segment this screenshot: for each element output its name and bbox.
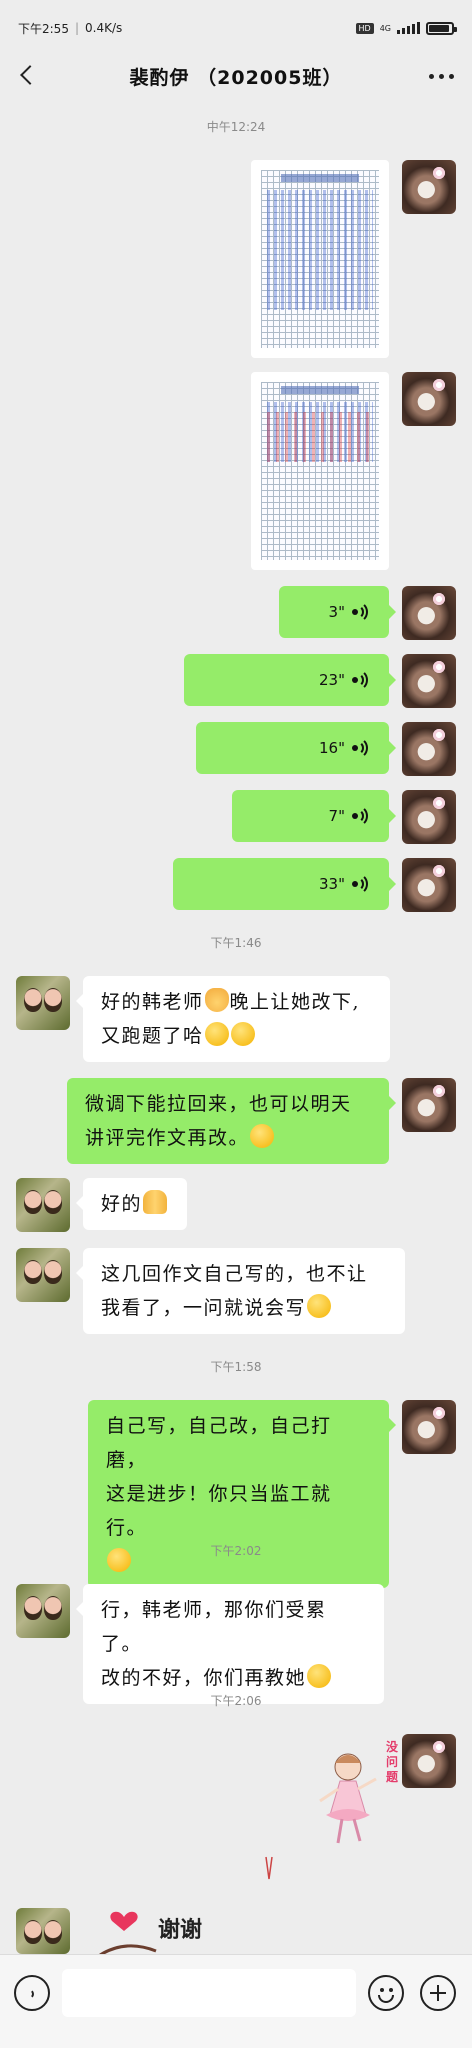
message-bubble-received[interactable]: 行，韩老师，那你们受累了。 改的不好，你们再教她 [76, 1584, 384, 1704]
voice-wave-icon [352, 873, 368, 895]
message-text: 我看了，一问就说会写 [101, 1297, 307, 1319]
smiley-icon [378, 1995, 394, 2003]
timestamp: 下午2:02 [210, 1544, 262, 1558]
more-actions-button[interactable] [420, 1975, 456, 2011]
input-bar [0, 1954, 472, 2048]
laughing-tears-emoji-icon [307, 1294, 332, 1318]
my-avatar[interactable] [402, 654, 456, 708]
message-text: 这几回作文自己写的，也不让 [101, 1263, 368, 1285]
my-avatar[interactable] [402, 372, 456, 426]
voice-duration: 3" [328, 603, 345, 621]
signal-icon [397, 22, 420, 34]
sticker-char: 题 [386, 1770, 398, 1784]
chevron-left-icon [20, 65, 40, 85]
voice-input-button[interactable] [14, 1975, 50, 2011]
voice-wave-icon [24, 1989, 34, 1999]
smirk-emoji-icon [230, 1022, 255, 1046]
status-bar: 下午2:55 | 0.4K/s HD 4G [0, 0, 472, 56]
pray-emoji-icon [143, 1190, 168, 1214]
status-time: 下午2:55 [18, 21, 69, 36]
essay-photo-2[interactable] [251, 372, 389, 570]
hd-badge: HD [355, 22, 374, 34]
my-avatar[interactable] [402, 1400, 456, 1454]
message-input[interactable] [62, 1969, 356, 2017]
my-avatar[interactable] [402, 858, 456, 912]
my-avatar[interactable] [402, 160, 456, 214]
timestamp: 下午1:46 [210, 936, 262, 950]
contact-avatar[interactable] [16, 1908, 70, 1954]
voice-message[interactable]: 23" [184, 654, 396, 706]
message-bubble-sent[interactable]: 微调下能拉回来，也可以明天 讲评完作文再改。 [67, 1078, 396, 1164]
status-icons: HD 4G [355, 21, 457, 35]
sticker-text: 谢谢 [158, 1917, 202, 1943]
more-options-button[interactable] [429, 66, 454, 86]
voice-message[interactable]: 33" [173, 858, 396, 910]
contact-avatar[interactable] [16, 1248, 70, 1302]
my-avatar[interactable] [402, 722, 456, 776]
back-button[interactable] [16, 64, 40, 88]
sticker-char: 没 [386, 1739, 398, 1754]
contact-avatar[interactable] [16, 1584, 70, 1638]
message-text: 晚上让她改下, [229, 991, 361, 1013]
essay-photo-1[interactable] [251, 160, 389, 358]
my-avatar[interactable] [402, 586, 456, 640]
chat-header: 裴酌伊 （202005班） [0, 56, 472, 96]
network-speed: 0.4K/s [85, 21, 123, 35]
message-text: 改的不好，你们再教她 [101, 1667, 307, 1689]
my-avatar[interactable] [402, 790, 456, 844]
voice-message[interactable]: 16" [196, 722, 396, 774]
message-bubble-received[interactable]: 好的 [76, 1178, 187, 1230]
sticker-char: 问 [386, 1754, 398, 1769]
message-bubble-sent[interactable]: 自己写，自己改，自己打磨， 这是进步！你只当监工就行。 [88, 1400, 396, 1588]
voice-duration: 16" [319, 739, 345, 757]
thinking-emoji-icon [250, 1124, 275, 1148]
voice-duration: 33" [319, 875, 345, 893]
chat-title: 裴酌伊 （202005班） [129, 66, 343, 89]
network-type: 4G [379, 23, 391, 33]
message-text: 好的韩老师 [101, 991, 204, 1013]
contact-avatar[interactable] [16, 1178, 70, 1232]
timestamp: 下午1:58 [210, 1360, 262, 1374]
message-text: 自己写，自己改，自己打磨， [106, 1415, 332, 1471]
message-text: 好的 [101, 1193, 143, 1215]
message-bubble-received[interactable]: 这几回作文自己写的，也不让 我看了，一问就说会写 [76, 1248, 405, 1334]
voice-wave-icon [352, 737, 368, 759]
battery-icon [426, 21, 457, 35]
status-separator: | [74, 21, 79, 35]
voice-wave-icon [352, 805, 368, 827]
wink-emoji-icon [204, 1022, 229, 1046]
my-avatar[interactable] [402, 1078, 456, 1132]
message-text: 讲评完作文再改。 [85, 1127, 250, 1149]
message-text: 又跑题了哈 [101, 1025, 204, 1047]
message-text: 行，韩老师，那你们受累了。 [101, 1599, 327, 1655]
contact-avatar[interactable] [16, 976, 70, 1030]
voice-message[interactable]: 7" [232, 790, 396, 842]
my-avatar[interactable] [402, 1734, 456, 1788]
ok-hand-emoji-icon [204, 988, 229, 1012]
smirk-emoji-icon [307, 1664, 332, 1688]
voice-message[interactable]: 3" [279, 586, 396, 638]
voice-duration: 7" [328, 807, 345, 825]
emoji-button[interactable] [368, 1975, 404, 2011]
no-problem-sticker[interactable]: 没问题 [306, 1735, 398, 1855]
timestamp: 中午12:24 [206, 120, 266, 134]
sticker-text: 没问题 [386, 1739, 398, 1784]
message-text: 微调下能拉回来，也可以明天 [85, 1093, 352, 1115]
timestamp: 下午2:06 [210, 1694, 262, 1708]
message-bubble-received[interactable]: 好的韩老师 晚上让她改下, 又跑题了哈 [76, 976, 390, 1062]
voice-wave-icon [352, 601, 368, 623]
voice-duration: 23" [319, 671, 345, 689]
voice-wave-icon [352, 669, 368, 691]
thanks-sticker[interactable]: 谢谢 [96, 1905, 216, 1955]
sticker-clip-decoration [265, 1856, 273, 1880]
message-text: 这是进步！你只当监工就行。 [106, 1483, 332, 1539]
